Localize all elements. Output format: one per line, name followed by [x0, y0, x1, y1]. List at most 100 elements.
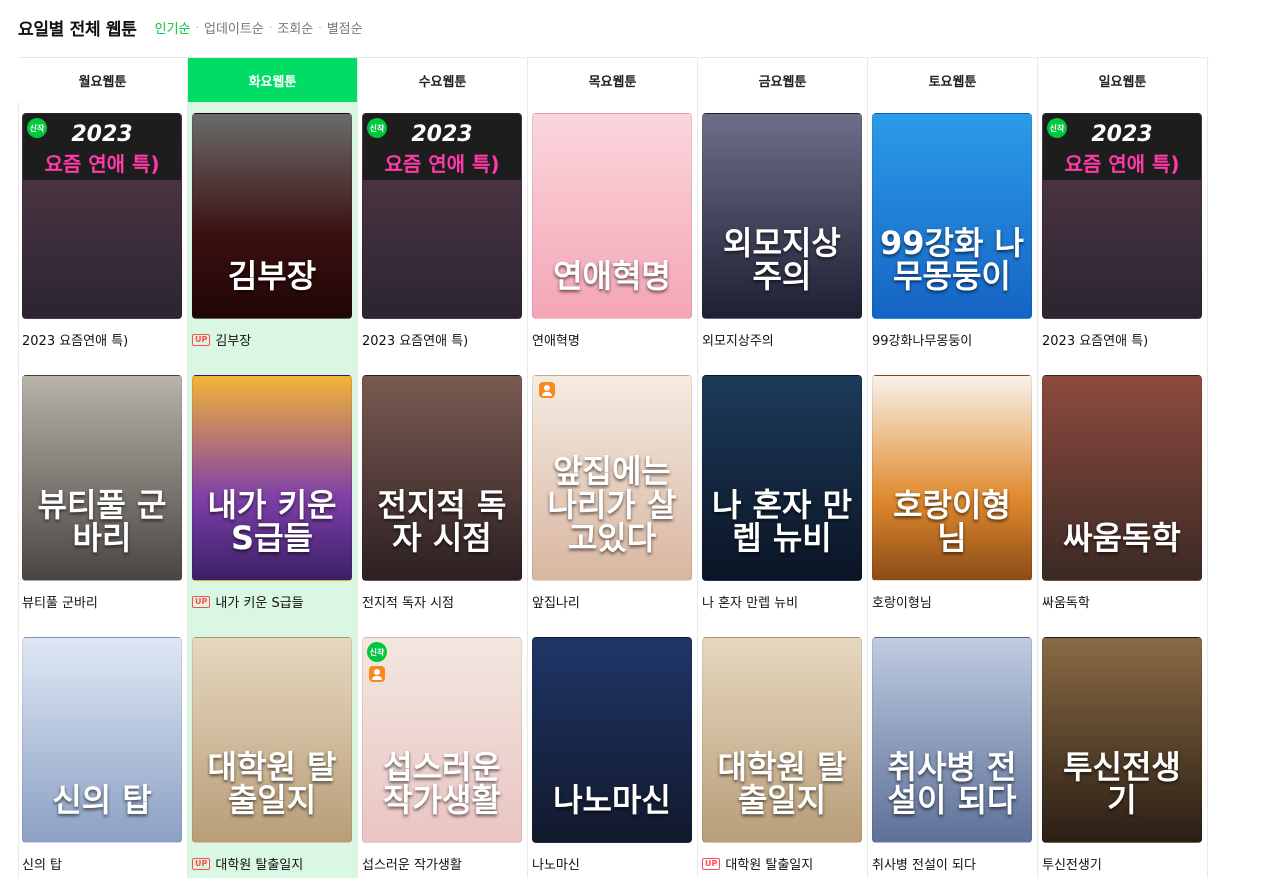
day-tab[interactable]: 목요웹툰	[528, 58, 697, 102]
webtoon-title-row[interactable]: 2023 요즘연애 특)	[1042, 330, 1202, 349]
webtoon-title-row[interactable]: UP 대학원 탈출일지	[702, 854, 862, 873]
webtoon-thumbnail[interactable]: 2023 요즘 연애 특) 신작	[22, 113, 182, 319]
webtoon-title[interactable]: 나 혼자 만렙 뉴비	[702, 592, 798, 611]
day-tab[interactable]: 일요웹툰	[1038, 58, 1207, 102]
day-tab[interactable]: 화요웹툰	[188, 58, 357, 102]
webtoon-thumbnail[interactable]: 2023 요즘 연애 특) 신작	[1042, 113, 1202, 319]
webtoon-title[interactable]: 2023 요즘연애 특)	[22, 330, 128, 349]
webtoon-title[interactable]: 내가 키운 S급들	[215, 592, 303, 611]
webtoon-title-row[interactable]: 나 혼자 만렙 뉴비	[702, 592, 862, 611]
webtoon-thumbnail[interactable]: 대학원 탈출일지	[192, 637, 352, 843]
webtoon-thumbnail[interactable]: 연애혁명	[532, 113, 692, 319]
sort-popular[interactable]: 인기순	[155, 18, 191, 37]
thumbnail-logo-text: 취사병 전설이 되다	[887, 747, 1017, 820]
webtoon-title-row[interactable]: 2023 요즘연애 특)	[362, 330, 522, 349]
webtoon-thumbnail[interactable]: 나 혼자 만렙 뉴비	[702, 375, 862, 581]
webtoon-card[interactable]: 호랑이형님 호랑이형님	[872, 375, 1032, 621]
webtoon-title-row[interactable]: 2023 요즘연애 특)	[22, 330, 182, 349]
day-tab[interactable]: 금요웹툰	[698, 58, 867, 102]
webtoon-title[interactable]: 대학원 탈출일지	[215, 854, 303, 873]
webtoon-thumbnail[interactable]: 2023 요즘 연애 특) 신작	[362, 113, 522, 319]
webtoon-thumbnail[interactable]: 99강화 나무몽둥이	[872, 113, 1032, 319]
webtoon-card[interactable]: 싸움독학 싸움독학	[1042, 375, 1202, 621]
webtoon-title[interactable]: 앞집나리	[532, 592, 580, 611]
webtoon-title-row[interactable]: UP 김부장	[192, 330, 352, 349]
webtoon-title[interactable]: 뷰티풀 군바리	[22, 592, 98, 611]
webtoon-card[interactable]: 김부장 UP 김부장	[192, 113, 352, 359]
webtoon-thumbnail[interactable]: 대학원 탈출일지	[702, 637, 862, 843]
webtoon-thumbnail[interactable]: 신의 탑	[22, 637, 182, 843]
webtoon-card[interactable]: 내가 키운 S급들 UP 내가 키운 S급들	[192, 375, 352, 621]
webtoon-title[interactable]: 신의 탑	[22, 854, 62, 873]
webtoon-thumbnail[interactable]: 김부장	[192, 113, 352, 319]
webtoon-card[interactable]: 신의 탑 신의 탑	[22, 637, 182, 883]
webtoon-card[interactable]: 99강화 나무몽둥이 99강화나무몽둥이	[872, 113, 1032, 359]
webtoon-thumbnail[interactable]: 싸움독학	[1042, 375, 1202, 581]
webtoon-title-row[interactable]: UP 대학원 탈출일지	[192, 854, 352, 873]
webtoon-title[interactable]: 나노마신	[532, 854, 580, 873]
webtoon-title[interactable]: 투신전생기	[1042, 854, 1102, 873]
webtoon-title[interactable]: 김부장	[215, 330, 251, 349]
webtoon-title-row[interactable]: 전지적 독자 시점	[362, 592, 522, 611]
webtoon-thumbnail[interactable]: 외모지상주의	[702, 113, 862, 319]
webtoon-title[interactable]: 2023 요즘연애 특)	[362, 330, 468, 349]
sort-rating[interactable]: 별점순	[327, 18, 363, 37]
webtoon-card[interactable]: 연애혁명 연애혁명	[532, 113, 692, 359]
webtoon-title-row[interactable]: 투신전생기	[1042, 854, 1202, 873]
webtoon-title-row[interactable]: 99강화나무몽둥이	[872, 330, 1032, 349]
webtoon-card[interactable]: 섭스러운 작가생활 신작섭스러운 작가생활	[362, 637, 522, 883]
sort-views[interactable]: 조회순	[277, 18, 313, 37]
webtoon-title-row[interactable]: 뷰티풀 군바리	[22, 592, 182, 611]
webtoon-title-row[interactable]: 신의 탑	[22, 854, 182, 873]
webtoon-thumbnail[interactable]: 취사병 전설이 되다	[872, 637, 1032, 843]
webtoon-thumbnail[interactable]: 뷰티풀 군바리	[22, 375, 182, 581]
webtoon-title[interactable]: 2023 요즘연애 특)	[1042, 330, 1148, 349]
webtoon-card[interactable]: 전지적 독자 시점 전지적 독자 시점	[362, 375, 522, 621]
webtoon-title-row[interactable]: 앞집나리	[532, 592, 692, 611]
adult-person-icon	[369, 666, 385, 682]
thumbnail-logo-text: 연애혁명	[553, 257, 671, 296]
webtoon-card[interactable]: 투신전생기 투신전생기	[1042, 637, 1202, 883]
webtoon-title[interactable]: 외모지상주의	[702, 330, 774, 349]
webtoon-title-row[interactable]: 취사병 전설이 되다	[872, 854, 1032, 873]
day-tab[interactable]: 토요웹툰	[868, 58, 1037, 102]
webtoon-card[interactable]: 나노마신 나노마신	[532, 637, 692, 883]
day-tab[interactable]: 월요웹툰	[18, 58, 187, 102]
webtoon-thumbnail[interactable]: 앞집에는 나리가 살고있다	[532, 375, 692, 581]
webtoon-title-row[interactable]: 섭스러운 작가생활	[362, 854, 522, 873]
webtoon-thumbnail[interactable]: 나노마신	[532, 637, 692, 843]
webtoon-thumbnail[interactable]: 내가 키운 S급들	[192, 375, 352, 581]
day-tab[interactable]: 수요웹툰	[358, 58, 527, 102]
webtoon-title-row[interactable]: 외모지상주의	[702, 330, 862, 349]
webtoon-thumbnail[interactable]: 호랑이형님	[872, 375, 1032, 581]
webtoon-card[interactable]: 앞집에는 나리가 살고있다앞집나리	[532, 375, 692, 621]
webtoon-title-row[interactable]: UP 내가 키운 S급들	[192, 592, 352, 611]
webtoon-thumbnail[interactable]: 섭스러운 작가생활 신작	[362, 637, 522, 843]
webtoon-thumbnail[interactable]: 투신전생기	[1042, 637, 1202, 843]
webtoon-title-row[interactable]: 싸움독학	[1042, 592, 1202, 611]
webtoon-title[interactable]: 99강화나무몽둥이	[872, 330, 972, 349]
webtoon-card[interactable]: 나 혼자 만렙 뉴비 나 혼자 만렙 뉴비	[702, 375, 862, 621]
webtoon-title[interactable]: 섭스러운 작가생활	[362, 854, 462, 873]
sort-updated[interactable]: 업데이트순	[204, 18, 264, 37]
webtoon-title[interactable]: 호랑이형님	[872, 592, 932, 611]
webtoon-title[interactable]: 대학원 탈출일지	[725, 854, 813, 873]
webtoon-card[interactable]: 뷰티풀 군바리 뷰티풀 군바리	[22, 375, 182, 621]
webtoon-title-row[interactable]: 연애혁명	[532, 330, 692, 349]
webtoon-title[interactable]: 싸움독학	[1042, 592, 1090, 611]
webtoon-card[interactable]: 2023 요즘 연애 특) 신작 2023 요즘연애 특)	[1042, 113, 1202, 359]
webtoon-card[interactable]: 대학원 탈출일지 UP 대학원 탈출일지	[192, 637, 352, 883]
webtoon-card[interactable]: 취사병 전설이 되다 취사병 전설이 되다	[872, 637, 1032, 883]
webtoon-title[interactable]: 연애혁명	[532, 330, 580, 349]
webtoon-thumbnail[interactable]: 전지적 독자 시점	[362, 375, 522, 581]
thumbnail-banner: 2023 요즘 연애 특)	[1043, 114, 1201, 180]
day-column: 목요웹툰 연애혁명 연애혁명 앞집에는 나리가 살고있다 앞집나리 나노마신 나노마신	[528, 58, 698, 878]
webtoon-card[interactable]: 외모지상주의 외모지상주의	[702, 113, 862, 359]
webtoon-title-row[interactable]: 나노마신	[532, 854, 692, 873]
webtoon-title[interactable]: 전지적 독자 시점	[362, 592, 454, 611]
webtoon-title-row[interactable]: 호랑이형님	[872, 592, 1032, 611]
webtoon-title[interactable]: 취사병 전설이 되다	[872, 854, 976, 873]
webtoon-card[interactable]: 2023 요즘 연애 특) 신작 2023 요즘연애 특)	[22, 113, 182, 359]
webtoon-card[interactable]: 대학원 탈출일지 UP 대학원 탈출일지	[702, 637, 862, 883]
webtoon-card[interactable]: 2023 요즘 연애 특) 신작 2023 요즘연애 특)	[362, 113, 522, 359]
